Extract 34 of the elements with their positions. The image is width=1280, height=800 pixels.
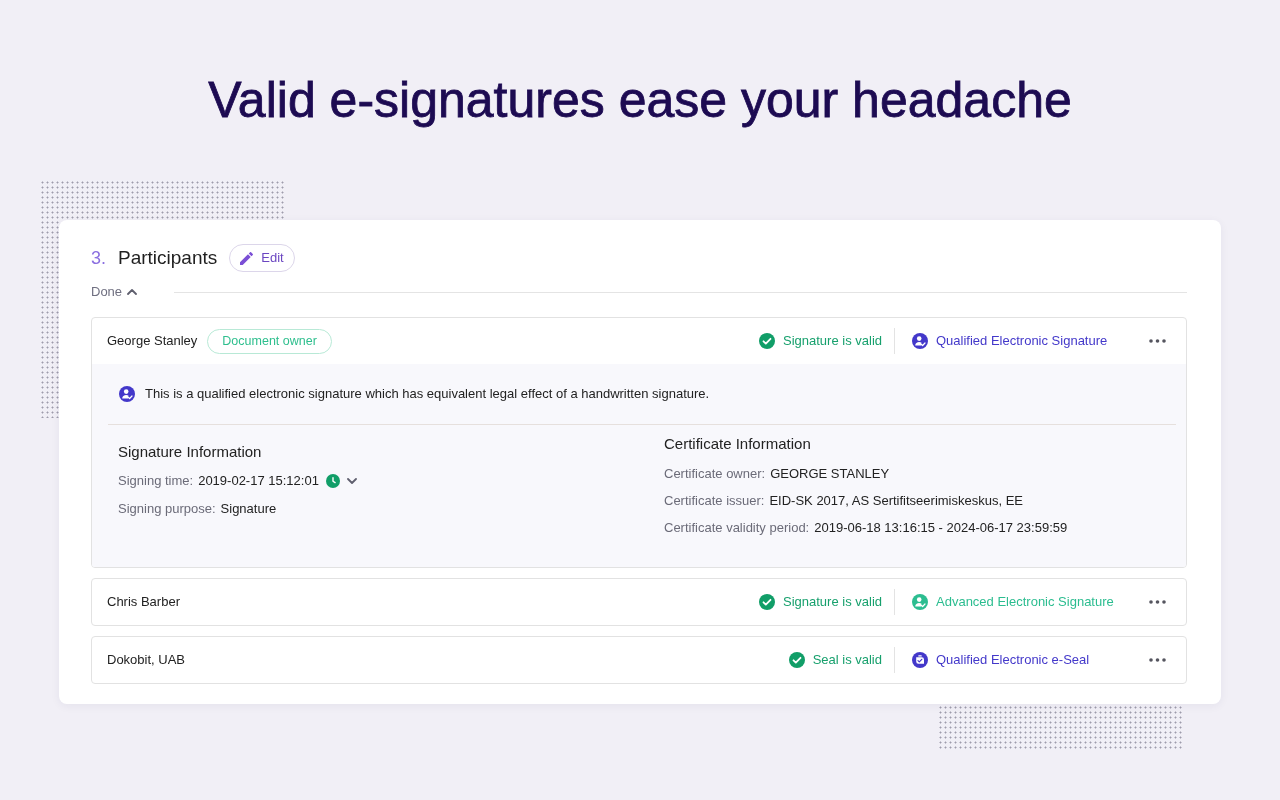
status-text: Seal is valid (812, 651, 882, 670)
status-text: Signature is valid (783, 593, 882, 612)
participant-name: George Stanley (107, 332, 198, 351)
more-icon (1149, 600, 1166, 604)
field-value: 2019-06-18 13:16:15 - 2024-06-17 23:59:59 (814, 518, 1068, 537)
field-label: Certificate issuer: (664, 491, 765, 510)
signature-type: Advanced Electronic Signature (936, 593, 1114, 612)
signature-type: Qualified Electronic Signature (936, 332, 1108, 351)
field-value: EID-SK 2017, AS Sertifitseerimiskeskus, EE (769, 491, 1024, 510)
chevron-up-icon (127, 289, 138, 295)
field-label: Signing purpose: (118, 500, 216, 519)
signature-type: Qualified Electronic e-Seal (936, 651, 1090, 670)
field-label: Signing time: (118, 472, 194, 491)
done-toggle[interactable]: Done (91, 282, 138, 302)
edit-button[interactable]: Edit (229, 244, 295, 272)
section-title: Participants (118, 245, 218, 270)
field-label: Certificate owner: (664, 464, 766, 483)
participant-name: Dokobit, UAB (107, 651, 186, 670)
field-label: Certificate validity period: (664, 518, 810, 537)
person-check-icon (119, 386, 135, 402)
section-number: 3. (91, 246, 106, 270)
chevron-down-icon[interactable] (346, 478, 357, 484)
signature-note: This is a qualified electronic signature which has equivalent legal effect of a handwritten signature. (145, 385, 710, 404)
more-icon (1149, 658, 1166, 662)
field-value: GEORGE STANLEY (770, 464, 890, 483)
more-icon (1149, 339, 1166, 343)
field-value: Signature (220, 500, 277, 519)
info-title: Signature Information (118, 442, 263, 462)
page-heading: Valid e-signatures ease your headache (208, 71, 1072, 130)
participant-name: Chris Barber (107, 593, 180, 612)
pencil-icon (240, 251, 254, 265)
info-title: Certificate Information (664, 434, 812, 454)
status-text: Signature is valid (783, 332, 882, 351)
field-value: 2019-02-17 15:12:01 (198, 472, 319, 491)
